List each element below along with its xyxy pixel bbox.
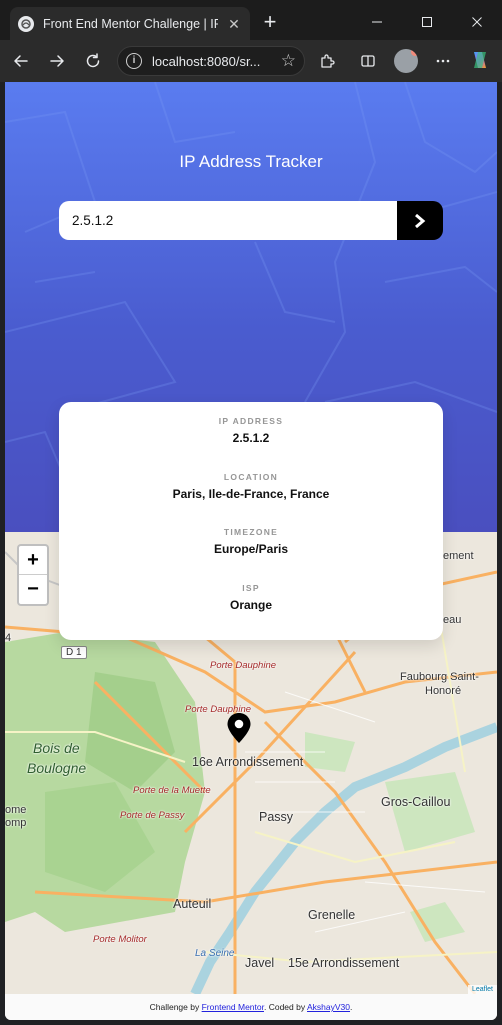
map-label: Passy: [259, 810, 294, 824]
search-form: [59, 201, 443, 240]
map-attribution[interactable]: Leaflet: [467, 985, 497, 994]
map-label: La Seine: [195, 948, 235, 959]
map-label: 15e Arrondissement: [288, 956, 400, 970]
profile-avatar[interactable]: [394, 49, 418, 73]
zoom-in-button[interactable]: +: [19, 546, 47, 575]
map-label: ement: [443, 550, 474, 562]
tab-title: Front End Mentor Challenge | IP A: [43, 17, 218, 31]
author-link[interactable]: AkshayV30: [307, 1002, 350, 1012]
map-label: Faubourg Saint-: [400, 671, 479, 683]
maximize-icon[interactable]: [402, 0, 452, 44]
browser-toolbar: i localhost:8080/sr... ☆: [0, 40, 502, 82]
map-label: omp: [5, 817, 27, 829]
isp-label: ISP: [242, 583, 260, 593]
window-close-icon[interactable]: [452, 0, 502, 44]
new-tab-button[interactable]: +: [258, 11, 282, 35]
web-page: IP Address Tracker IP ADDRESS 2.5.1.2 LO…: [5, 82, 497, 1020]
window-controls: [352, 0, 502, 44]
map-label: Porte de la Muette: [133, 785, 211, 796]
more-icon[interactable]: [430, 48, 456, 74]
footer-middle: . Coded by: [263, 1002, 306, 1012]
refresh-icon[interactable]: [80, 48, 106, 74]
copilot-icon[interactable]: [468, 48, 492, 72]
map-label: 16e Arrondissement: [192, 755, 304, 769]
map-label: Honoré: [425, 685, 462, 697]
search-submit-button[interactable]: [397, 201, 443, 240]
chevron-right-icon: [415, 213, 426, 228]
map-label: Javel: [245, 956, 275, 970]
map-label: ome: [5, 804, 27, 816]
footer-prefix: Challenge by: [149, 1002, 200, 1012]
location-pin-icon[interactable]: [226, 712, 252, 744]
isp-value: Orange: [229, 598, 272, 612]
location-block: LOCATION Paris, Ile-de-France, France: [59, 472, 443, 501]
info-icon[interactable]: i: [126, 53, 142, 69]
extensions-icon[interactable]: [314, 48, 340, 74]
favicon-icon: [18, 16, 34, 32]
page-footer: Challenge by Frontend Mentor. Coded by A…: [5, 994, 497, 1020]
ip-search-input[interactable]: [59, 201, 397, 240]
url-text: localhost:8080/sr...: [152, 53, 261, 69]
map-label: Auteuil: [173, 897, 212, 911]
back-icon[interactable]: [8, 48, 34, 74]
ip-address-block: IP ADDRESS 2.5.1.2: [59, 416, 443, 445]
ip-info-card: IP ADDRESS 2.5.1.2 LOCATION Paris, Ile-d…: [59, 402, 443, 640]
zoom-control: + −: [17, 544, 49, 606]
timezone-value: Europe/Paris: [213, 542, 289, 556]
ip-address-value: 2.5.1.2: [232, 431, 270, 445]
split-screen-icon[interactable]: [355, 48, 381, 74]
map-label: Boulogne: [27, 760, 87, 776]
map-label: eau: [443, 614, 462, 626]
timezone-label: TIMEZONE: [223, 527, 279, 537]
browser-window: Front End Mentor Challenge | IP A ✕ + i …: [0, 0, 502, 1025]
page-title: IP Address Tracker: [179, 152, 323, 171]
ip-address-label: IP ADDRESS: [218, 416, 284, 426]
isp-block: ISP Orange: [59, 583, 443, 612]
location-label: LOCATION: [223, 472, 279, 482]
close-icon[interactable]: ✕: [226, 16, 242, 33]
location-value: Paris, Ile-de-France, France: [172, 487, 330, 501]
minimize-icon[interactable]: [352, 0, 402, 44]
road-label: D 1: [61, 646, 87, 659]
map-label: Porte Molitor: [93, 934, 147, 945]
footer-suffix: .: [350, 1002, 353, 1012]
browser-tab[interactable]: Front End Mentor Challenge | IP A ✕: [10, 7, 250, 41]
map-label: Porte de Passy: [120, 810, 185, 821]
frontend-mentor-link[interactable]: Frontend Mentor: [202, 1002, 264, 1012]
address-bar[interactable]: i localhost:8080/sr... ☆: [117, 46, 305, 76]
title-bar: Front End Mentor Challenge | IP A ✕ +: [0, 0, 502, 44]
forward-icon[interactable]: [44, 48, 70, 74]
map-label: Grenelle: [308, 908, 356, 922]
map-label: Gros-Caillou: [381, 795, 451, 809]
map-label: Bois de: [33, 740, 80, 756]
timezone-block: TIMEZONE Europe/Paris: [59, 527, 443, 556]
zoom-out-button[interactable]: −: [19, 575, 47, 604]
map-label: Porte Dauphine: [210, 660, 277, 671]
star-icon[interactable]: ☆: [281, 51, 296, 71]
map-label: 4: [5, 632, 12, 644]
